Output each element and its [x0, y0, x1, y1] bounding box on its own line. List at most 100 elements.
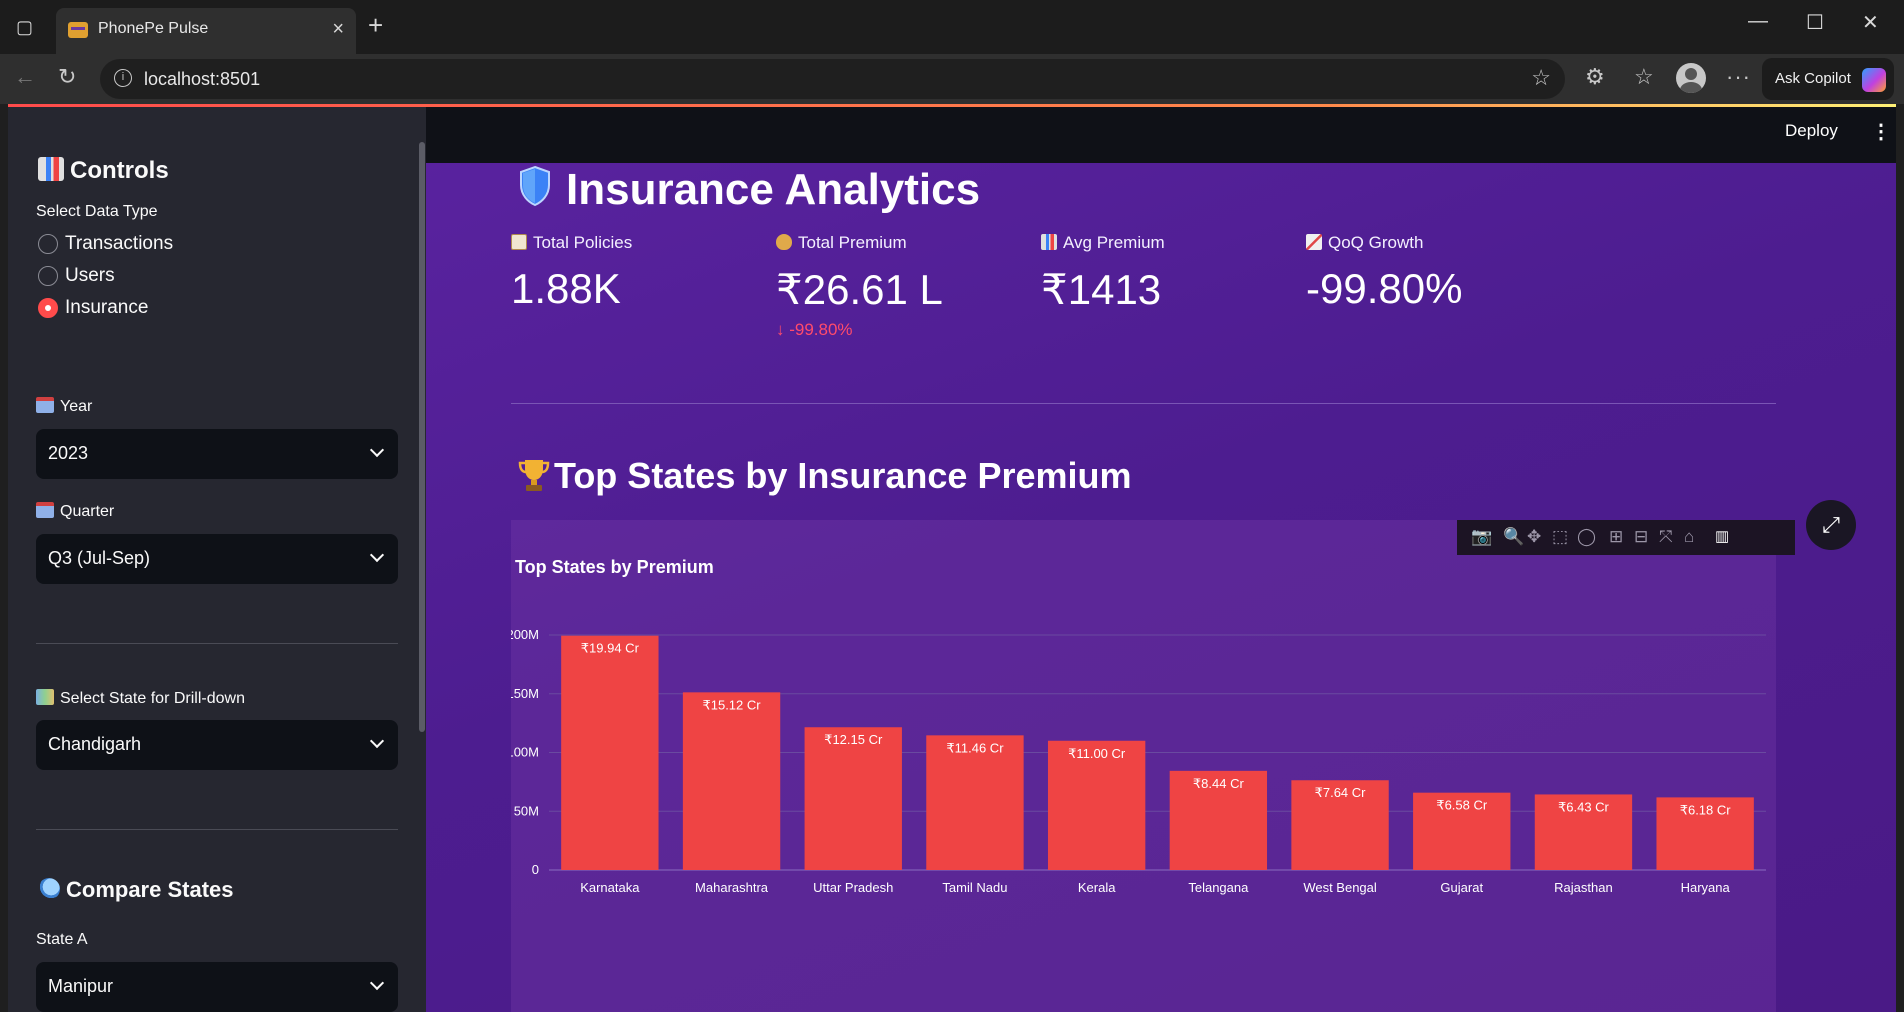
calendar-icon	[36, 397, 54, 413]
state-a-label: State A	[36, 931, 88, 948]
navigation-bar: ← ↻ i localhost:8501 ☆ ⚙ ☆ ··· Ask Copil…	[0, 54, 1904, 104]
x-tick-label: Karnataka	[580, 880, 640, 895]
radio-label: Transactions	[65, 233, 174, 254]
title-bar: ▢ PhonePe Pulse × + — ☐ ✕	[0, 0, 1904, 54]
main-content: Deploy ⋮ Insurance Analytics Total Polic…	[426, 107, 1896, 1012]
metric-qoq-growth: QoQ Growth -99.80%	[1306, 233, 1626, 313]
browser-window: ▢ PhonePe Pulse × + — ☐ ✕ ← ↻ i localhos…	[0, 0, 1904, 1012]
chevron-down-icon	[369, 547, 385, 563]
deploy-button[interactable]: Deploy	[1785, 121, 1838, 141]
x-tick-label: West Bengal	[1303, 880, 1377, 895]
zoom-out-icon[interactable]: ⊟	[1634, 527, 1648, 547]
autoscale-icon[interactable]: ⤧	[1659, 527, 1673, 547]
refresh-icon[interactable]: ↻	[58, 64, 76, 90]
controls-heading: Controls	[38, 157, 169, 185]
bar-data-label: ₹6.58 Cr	[1436, 798, 1488, 813]
close-window-icon[interactable]: ✕	[1862, 10, 1879, 35]
radio-indicator[interactable]	[38, 234, 58, 254]
metric-label: QoQ Growth	[1306, 233, 1626, 257]
minimize-icon[interactable]: —	[1748, 10, 1768, 33]
bar-chart: Top States by Premium 0 50M 100M 150M 200M ₹19…	[511, 557, 1766, 895]
favorites-icon[interactable]: ☆	[1634, 64, 1654, 90]
quarter-select-value: Q3 (Jul-Sep)	[48, 548, 151, 568]
expand-icon: ⤢	[1822, 512, 1840, 537]
magnifier-icon	[38, 878, 60, 900]
maximize-icon[interactable]: ☐	[1806, 10, 1824, 35]
metric-label-text: Total Premium	[798, 233, 907, 252]
address-bar[interactable]: i localhost:8501 ☆	[100, 59, 1565, 99]
bar	[682, 692, 781, 870]
copilot-icon	[1862, 68, 1886, 92]
tab-close-icon[interactable]: ×	[332, 18, 344, 41]
lasso-select-icon[interactable]: ◯	[1577, 527, 1596, 547]
quarter-select[interactable]: Q3 (Jul-Sep)	[36, 534, 398, 584]
radio-label: Users	[65, 265, 115, 286]
compare-title: Compare States	[66, 877, 234, 902]
main-menu-icon[interactable]: ⋮	[1871, 119, 1891, 144]
metric-label-text: Avg Premium	[1063, 233, 1165, 252]
map-icon	[36, 689, 54, 705]
state-drill-select[interactable]: Chandigarh	[36, 720, 398, 770]
year-label: Year	[36, 397, 92, 416]
year-select-value: 2023	[48, 443, 89, 463]
new-tab-icon[interactable]: +	[368, 12, 383, 38]
site-info-icon[interactable]: i	[114, 69, 132, 87]
y-tick-label: 50M	[514, 803, 539, 818]
state-a-select-value: Manipur	[48, 976, 114, 996]
back-icon[interactable]: ←	[14, 64, 36, 90]
url-text[interactable]: localhost:8501	[144, 69, 260, 90]
shield-icon	[520, 165, 550, 207]
compare-heading: Compare States	[38, 877, 234, 903]
bar-data-label: ₹11.46 Cr	[946, 740, 1004, 755]
controls-title: Controls	[70, 157, 169, 184]
sidebar-toggle-icon[interactable]: ▢	[16, 17, 33, 37]
ask-copilot-label: Ask Copilot	[1775, 70, 1851, 87]
calendar-icon	[36, 502, 54, 518]
quarter-label-text: Quarter	[60, 503, 115, 520]
x-tick-label: Rajasthan	[1554, 880, 1613, 895]
metric-delta: ↓ -99.80%	[776, 320, 1096, 340]
tab-title: PhonePe Pulse	[98, 20, 209, 37]
more-menu-icon[interactable]: ···	[1726, 64, 1751, 90]
sidebar: Controls Select Data Type Transactions U…	[8, 107, 426, 1012]
zoom-icon[interactable]: 🔍	[1503, 527, 1524, 547]
trend-chart-icon	[1306, 234, 1322, 250]
extensions-icon[interactable]: ⚙	[1585, 64, 1605, 90]
browser-tab[interactable]: PhonePe Pulse ×	[56, 8, 356, 54]
state-drill-select-value: Chandigarh	[48, 734, 142, 754]
radio-indicator[interactable]	[38, 266, 58, 286]
y-tick-label: 150M	[511, 686, 539, 701]
metric-value: -99.80%	[1306, 265, 1463, 312]
trophy-icon	[518, 460, 550, 491]
chart-title: Top States by Premium	[515, 557, 714, 577]
bar-data-label: ₹7.64 Cr	[1315, 785, 1367, 800]
sidebar-scrollbar[interactable]	[419, 142, 425, 732]
x-tick-label: Telangana	[1188, 880, 1249, 895]
bar-data-label: ₹15.12 Cr	[702, 697, 761, 712]
plotly-logo-icon[interactable]: ▥	[1715, 527, 1729, 545]
pan-icon[interactable]: ✥	[1527, 527, 1541, 547]
bar-chart-icon	[1041, 234, 1057, 250]
bar-data-label: ₹19.94 Cr	[581, 641, 640, 656]
chevron-down-icon	[369, 442, 385, 458]
favorite-star-icon[interactable]: ☆	[1531, 65, 1551, 91]
streamlit-app: Controls Select Data Type Transactions U…	[8, 104, 1896, 1012]
x-tick-label: Gujarat	[1440, 880, 1483, 895]
bar-data-label: ₹6.43 Cr	[1558, 799, 1610, 814]
fullscreen-button[interactable]: ⤢	[1806, 500, 1856, 550]
zoom-in-icon[interactable]: ⊞	[1609, 527, 1623, 547]
app-header: Deploy ⋮	[426, 107, 1896, 163]
profile-avatar[interactable]	[1676, 63, 1706, 93]
reset-axes-icon[interactable]: ⌂	[1684, 527, 1694, 547]
radio-indicator-selected[interactable]	[38, 298, 58, 318]
metric-label-text: Total Policies	[533, 233, 633, 252]
state-a-select[interactable]: Manipur	[36, 962, 398, 1012]
bar	[926, 735, 1024, 870]
chevron-down-icon	[369, 733, 385, 749]
camera-icon[interactable]: 📷	[1471, 527, 1492, 547]
box-select-icon[interactable]: ⬚	[1552, 527, 1568, 547]
year-select[interactable]: 2023	[36, 429, 398, 479]
section-divider	[511, 403, 1776, 404]
ask-copilot-button[interactable]: Ask Copilot	[1762, 58, 1894, 100]
section-title: Top States by Insurance Premium	[554, 455, 1132, 496]
